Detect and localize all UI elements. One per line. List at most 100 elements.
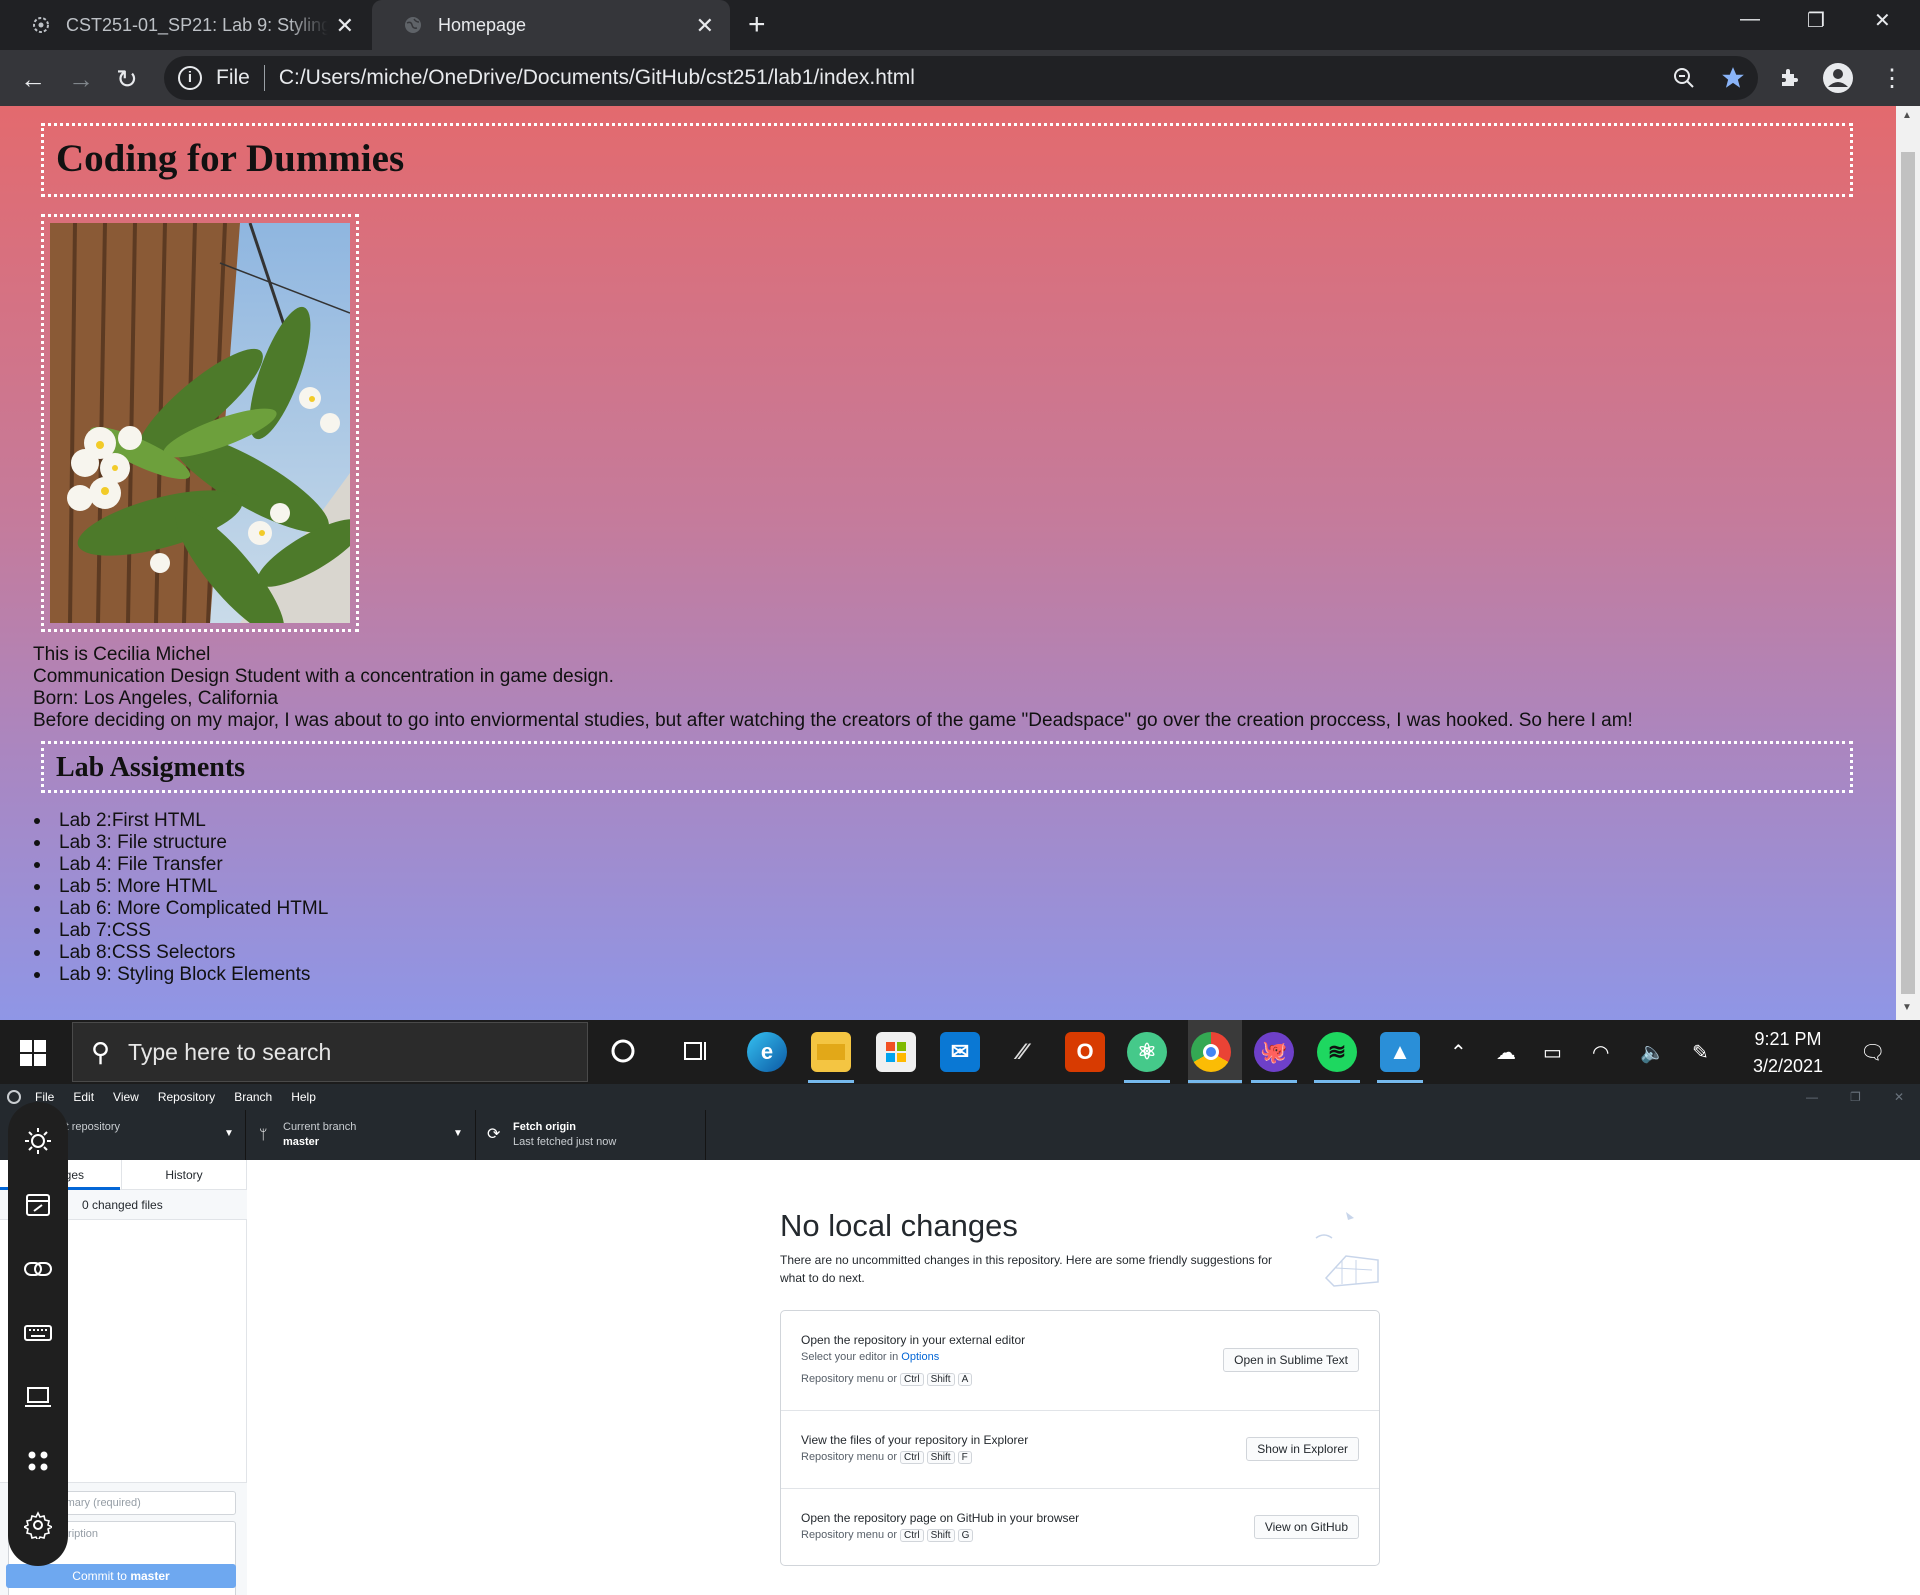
- fetch-origin-label: Fetch origin: [513, 1121, 576, 1133]
- suggestion-title: View the files of your repository in Exp…: [801, 1433, 1029, 1447]
- file-explorer-icon[interactable]: [811, 1032, 851, 1072]
- view-on-github-button[interactable]: View on GitHub: [1253, 1515, 1359, 1539]
- no-local-changes-title: No local changes: [780, 1208, 1018, 1243]
- tab-divider: [121, 1160, 122, 1190]
- tab-close-icon[interactable]: ✕: [696, 13, 714, 39]
- onedrive-cloud-icon[interactable]: ☁: [1496, 1040, 1516, 1065]
- screen-sketch-icon[interactable]: [21, 1188, 55, 1222]
- gh-close-icon[interactable]: ✕: [1894, 1090, 1904, 1104]
- key-shift: Shift: [926, 1373, 955, 1386]
- menu-kebab-icon[interactable]: ⋮: [1880, 64, 1904, 93]
- canvas-favicon-icon: [33, 17, 49, 33]
- running-indicator: [808, 1080, 854, 1083]
- web-page: Coding for Dummies This is Cecilia Miche…: [0, 106, 1896, 1020]
- hint-prefix: Repository menu or: [801, 1373, 897, 1385]
- current-branch-dropdown[interactable]: ᛘ Current branch master ▼: [247, 1110, 476, 1160]
- chevron-up-icon[interactable]: ⌃: [1450, 1040, 1467, 1065]
- suggestions-panel: Open the repository in your external edi…: [780, 1310, 1380, 1566]
- no-local-changes-subtitle: There are no uncommitted changes in this…: [780, 1253, 1273, 1285]
- menu-repository[interactable]: Repository: [158, 1090, 215, 1104]
- open-in-editor-button[interactable]: Open in Sublime Text: [1223, 1348, 1359, 1372]
- key-shift: Shift: [926, 1529, 955, 1542]
- battery-icon[interactable]: ▭: [1543, 1040, 1562, 1065]
- zoom-icon[interactable]: [1672, 66, 1696, 90]
- tab-canvas-lab9[interactable]: CST251-01_SP21: Lab 9: Styling Block Ele…: [0, 0, 370, 50]
- branch-icon: ᛘ: [259, 1126, 268, 1142]
- url-text[interactable]: C:/Users/miche/OneDrive/Documents/GitHub…: [279, 66, 915, 90]
- forward-arrow-icon[interactable]: →: [68, 64, 94, 95]
- brightness-icon[interactable]: [21, 1124, 55, 1158]
- reload-icon[interactable]: ↻: [116, 64, 138, 95]
- settings-gear-icon[interactable]: [21, 1508, 55, 1542]
- clock[interactable]: 9:21 PM 3/2/2021: [1746, 1026, 1830, 1080]
- address-bar[interactable]: i File C:/Users/miche/OneDrive/Documents…: [164, 56, 1758, 100]
- tab-title: CST251-01_SP21: Lab 9: Styling Block Ele…: [66, 14, 328, 35]
- tab-history[interactable]: History: [124, 1168, 244, 1182]
- show-in-explorer-button[interactable]: Show in Explorer: [1246, 1437, 1359, 1461]
- github-desktop-icon[interactable]: 🐙: [1254, 1032, 1294, 1072]
- info-icon[interactable]: i: [178, 66, 202, 90]
- pen-ink-icon[interactable]: ✎: [1692, 1040, 1709, 1065]
- close-window-icon[interactable]: ✕: [1874, 8, 1891, 33]
- photos-icon[interactable]: ▲: [1380, 1032, 1420, 1072]
- lab-item: Lab 8:CSS Selectors: [33, 942, 328, 964]
- mail-icon[interactable]: ✉: [940, 1032, 980, 1072]
- keyboard-icon[interactable]: [21, 1316, 55, 1350]
- options-link[interactable]: Options: [901, 1351, 939, 1363]
- microsoft-store-icon[interactable]: [876, 1032, 916, 1072]
- github-menu-bar: File Edit View Repository Branch Help — …: [0, 1084, 1920, 1110]
- browser-toolbar: ← → ↻ i File C:/Users/miche/OneDrive/Doc…: [0, 50, 1920, 106]
- laptop-icon[interactable]: [21, 1380, 55, 1414]
- fetch-origin-sub: Last fetched just now: [513, 1136, 617, 1148]
- menu-view[interactable]: View: [113, 1090, 139, 1104]
- taskbar-search-box[interactable]: ⚲ Type here to search: [72, 1022, 588, 1082]
- spotify-icon[interactable]: ≋: [1317, 1032, 1357, 1072]
- tab-homepage[interactable]: Homepage ✕: [372, 0, 730, 50]
- wifi-icon[interactable]: ◠: [1592, 1040, 1609, 1065]
- profile-avatar-icon[interactable]: [1822, 62, 1854, 94]
- scroll-down-icon[interactable]: ▼: [1902, 1002, 1912, 1013]
- volume-icon[interactable]: 🔈: [1640, 1040, 1665, 1065]
- gh-restore-icon[interactable]: ❐: [1850, 1090, 1861, 1104]
- menu-branch[interactable]: Branch: [234, 1090, 272, 1104]
- suggestion-title: Open the repository page on GitHub in yo…: [801, 1511, 1080, 1525]
- back-arrow-icon[interactable]: ←: [20, 64, 46, 95]
- fetch-origin-button[interactable]: ⟳ Fetch origin Last fetched just now: [477, 1110, 706, 1160]
- edge-icon[interactable]: e: [747, 1032, 787, 1072]
- scrollbar-thumb[interactable]: [1901, 152, 1915, 994]
- office-icon[interactable]: O: [1065, 1032, 1105, 1072]
- sync-icon: ⟳: [487, 1126, 501, 1143]
- extensions-puzzle-icon[interactable]: [1778, 66, 1802, 90]
- restore-icon[interactable]: ❐: [1807, 8, 1825, 33]
- suggestion-title: Open the repository in your external edi…: [801, 1333, 1026, 1347]
- chrome-icon[interactable]: [1191, 1032, 1231, 1072]
- url-separator: [263, 65, 265, 91]
- autodesk-icon[interactable]: ⁄⁄: [1002, 1032, 1042, 1072]
- page-scrollbar[interactable]: ▲ ▼: [1896, 106, 1920, 1020]
- gh-minimize-icon[interactable]: —: [1806, 1090, 1818, 1104]
- shortcut-hint: Repository menu or Ctrl Shift A: [801, 1373, 973, 1386]
- lab-item: Lab 5: More HTML: [33, 876, 328, 898]
- key-ctrl: Ctrl: [900, 1451, 924, 1464]
- link-icon[interactable]: [21, 1252, 55, 1286]
- task-view-icon[interactable]: [682, 1038, 710, 1064]
- heading-box: Coding for Dummies: [41, 123, 1853, 197]
- tab-close-icon[interactable]: ✕: [336, 13, 354, 39]
- bio-line: Communication Design Student with a conc…: [33, 666, 614, 687]
- minimize-icon[interactable]: —: [1740, 8, 1760, 31]
- menu-edit[interactable]: Edit: [73, 1090, 94, 1104]
- clock-date: 3/2/2021: [1752, 1056, 1824, 1076]
- windows-start-icon[interactable]: [20, 1040, 46, 1066]
- cortana-icon[interactable]: [610, 1038, 636, 1064]
- bookmark-star-icon[interactable]: [1720, 65, 1746, 91]
- commit-button[interactable]: Commit to master: [6, 1564, 236, 1588]
- key-letter: A: [957, 1373, 973, 1386]
- new-tab-button[interactable]: +: [748, 8, 766, 42]
- commit-branch: master: [130, 1569, 170, 1583]
- apps-dots-icon[interactable]: [21, 1444, 55, 1478]
- menu-help[interactable]: Help: [291, 1090, 316, 1104]
- atom-icon[interactable]: ⚛: [1127, 1032, 1167, 1072]
- scroll-up-icon[interactable]: ▲: [1902, 110, 1912, 121]
- plumeria-image: [50, 223, 350, 623]
- notifications-icon[interactable]: 🗨: [1860, 1040, 1885, 1065]
